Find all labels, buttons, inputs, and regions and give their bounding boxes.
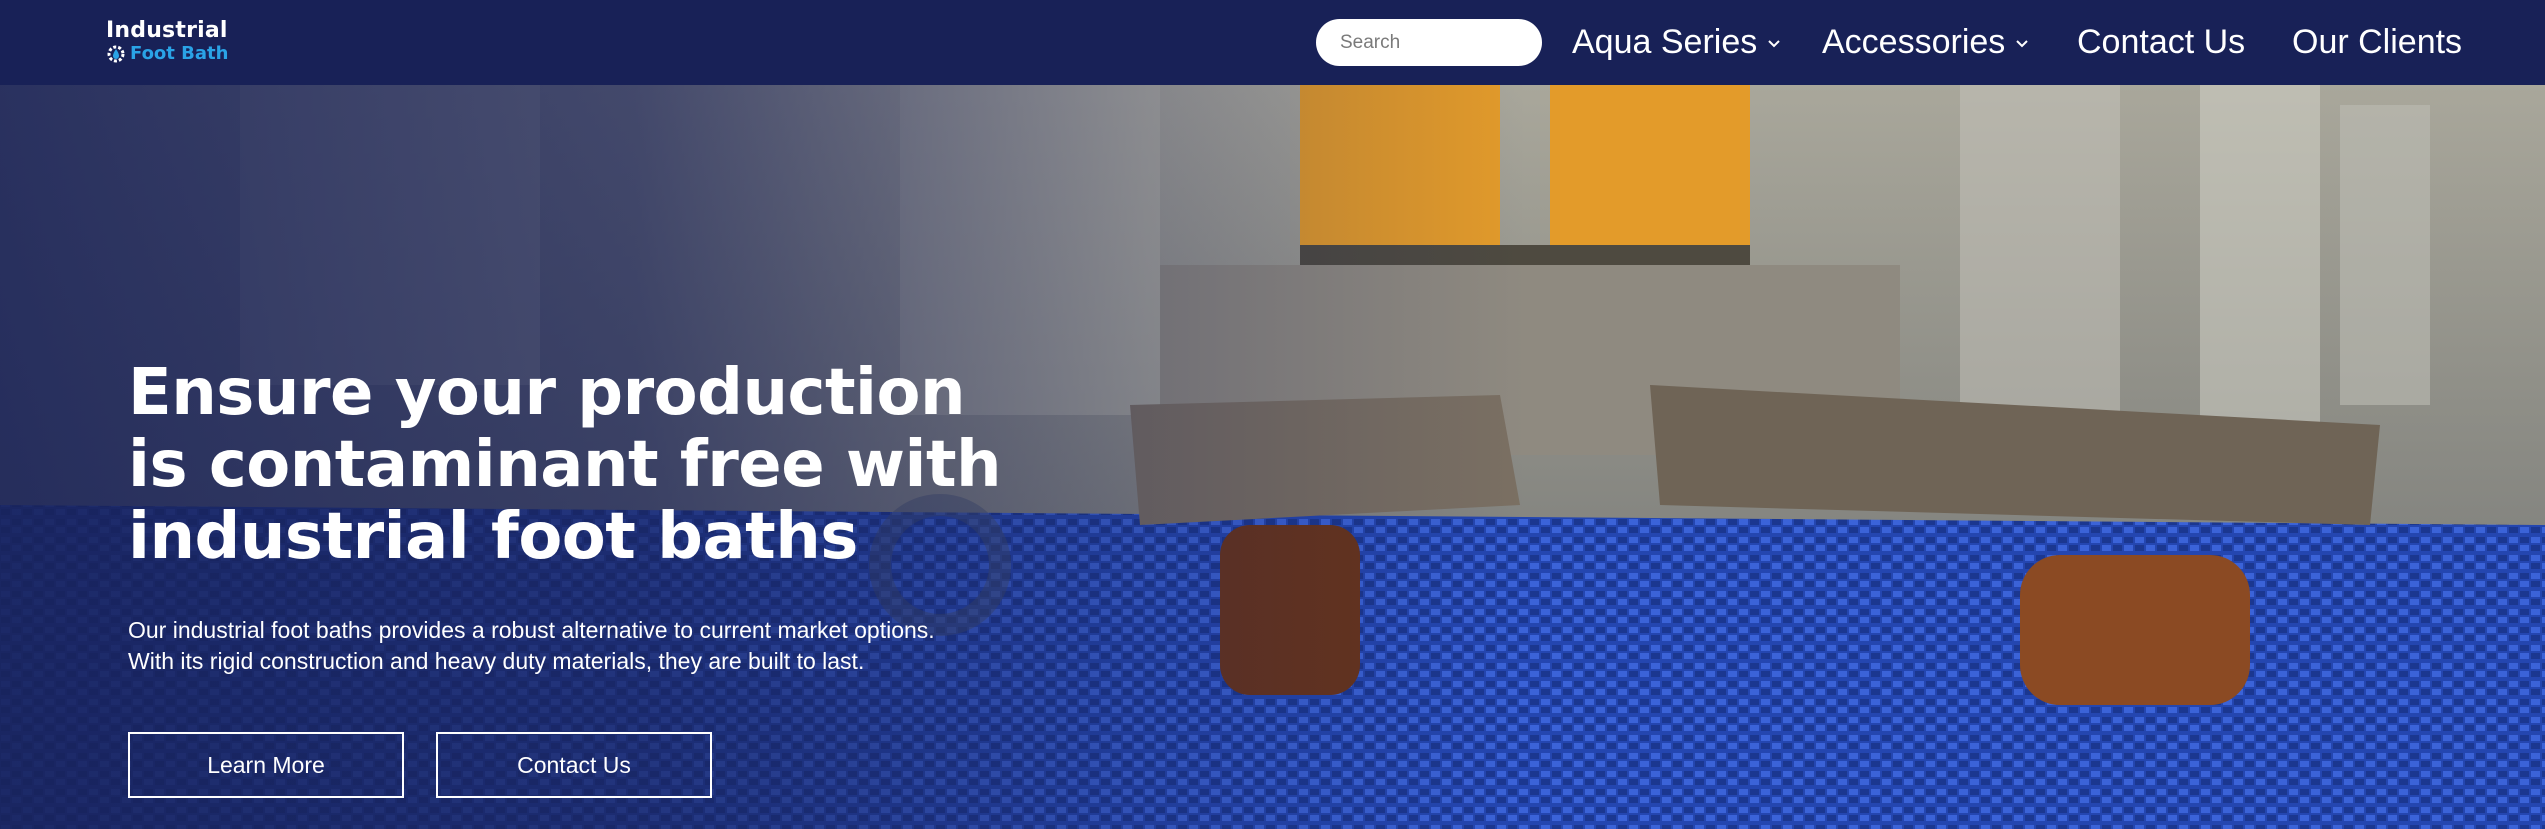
hero-subtitle: Our industrial foot baths provides a rob…	[128, 615, 1088, 677]
logo-text-industrial: Industrial	[106, 18, 228, 43]
nav-contact-us[interactable]: Contact Us	[2077, 20, 2245, 64]
logo[interactable]: Industrial Foot Bath	[106, 18, 236, 66]
learn-more-button[interactable]: Learn More	[128, 732, 404, 798]
search-input[interactable]	[1316, 19, 1542, 66]
nav-aqua-series[interactable]: Aqua Series	[1572, 20, 1783, 64]
site-header: Industrial Foot Bath Aqua Series Accesso…	[0, 0, 2545, 85]
nav-aqua-series-label: Aqua Series	[1572, 22, 1758, 61]
nav-our-clients[interactable]: Our Clients	[2292, 20, 2462, 64]
nav-accessories[interactable]: Accessories	[1822, 20, 2031, 64]
hero-subtitle-line2: With its rigid construction and heavy du…	[128, 648, 865, 674]
logo-text-foot-bath: Foot Bath	[130, 43, 229, 64]
contact-us-button[interactable]: Contact Us	[436, 732, 712, 798]
hero-title: Ensure your production is contaminant fr…	[128, 356, 1002, 574]
chevron-down-icon	[1768, 40, 1780, 48]
nav-accessories-label: Accessories	[1822, 22, 2006, 61]
hero-subtitle-line1: Our industrial foot baths provides a rob…	[128, 617, 935, 643]
hero-section: Ensure your production is contaminant fr…	[0, 85, 2545, 829]
logo-subline: Foot Bath	[106, 43, 228, 64]
chevron-down-icon	[2016, 40, 2028, 48]
gear-drop-icon	[107, 45, 125, 62]
